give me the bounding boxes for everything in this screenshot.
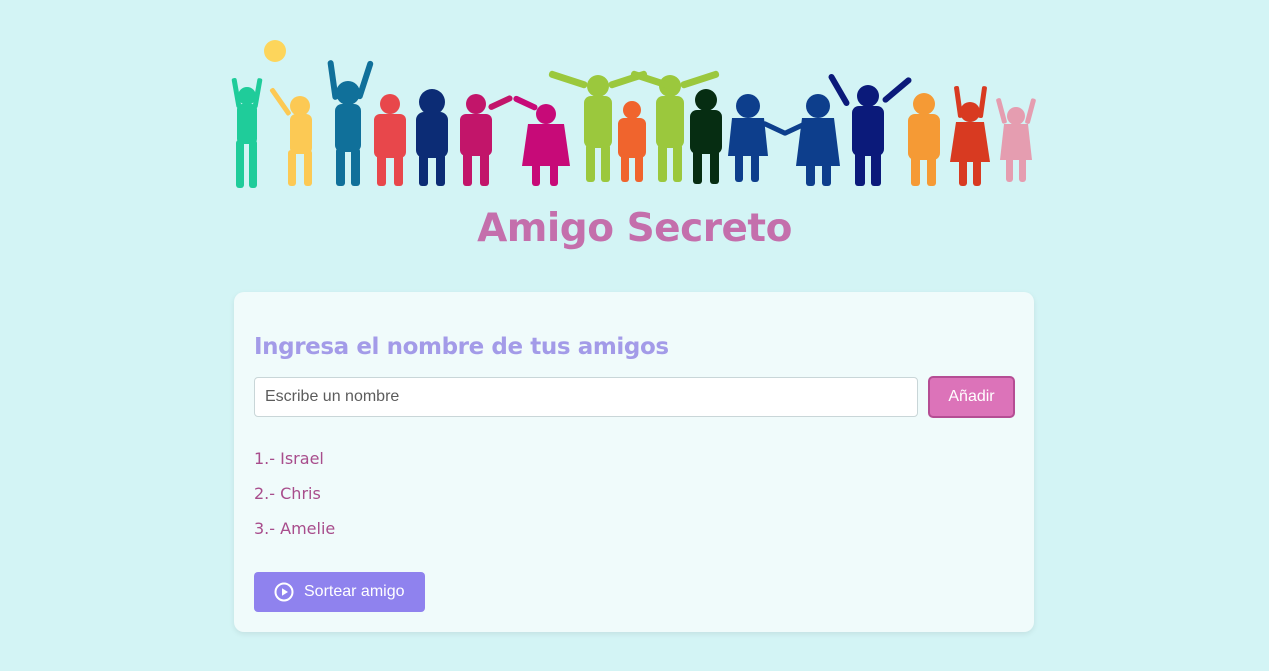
- page: Amigo Secreto Ingresa el nombre de tus a…: [0, 0, 1269, 671]
- kid-silhouette-11: [690, 89, 722, 184]
- draw-button-label: Sortear amigo: [304, 583, 405, 600]
- friend-list-item: 3.- Amelie: [254, 519, 336, 538]
- kid-silhouette-13: [783, 94, 840, 186]
- kid-silhouette-14: [828, 74, 912, 186]
- friends-card: Ingresa el nombre de tus amigos Añadir 1…: [234, 292, 1034, 632]
- children-silhouettes-banner: [231, 40, 1036, 188]
- kid-silhouette-7: [513, 95, 570, 186]
- kid-silhouette-9: [618, 101, 646, 182]
- kid-silhouette-1: [231, 78, 263, 188]
- add-button[interactable]: Añadir: [928, 376, 1015, 418]
- kid-silhouette-5: [416, 89, 448, 186]
- kid-silhouette-2: [269, 87, 312, 186]
- draw-friend-button[interactable]: Sortear amigo: [254, 572, 425, 612]
- play-circle-icon: [274, 582, 294, 602]
- friend-list-item: 1.- Israel: [254, 449, 324, 468]
- friend-list: 1.- Israel 2.- Chris 3.- Amelie: [254, 448, 335, 553]
- kid-silhouette-6: [460, 94, 513, 186]
- sun-icon: [264, 40, 286, 62]
- kid-silhouette-16: [950, 85, 990, 186]
- kid-silhouette-4: [374, 94, 406, 186]
- kid-silhouette-15: [908, 93, 940, 186]
- friend-list-item: 2.- Chris: [254, 484, 321, 503]
- kid-silhouette-3: [327, 60, 374, 186]
- kid-silhouette-17: [996, 98, 1036, 182]
- kid-silhouette-12: [728, 94, 787, 182]
- page-title: Amigo Secreto: [477, 206, 792, 251]
- friend-name-input[interactable]: [254, 377, 918, 417]
- card-heading: Ingresa el nombre de tus amigos: [254, 334, 669, 360]
